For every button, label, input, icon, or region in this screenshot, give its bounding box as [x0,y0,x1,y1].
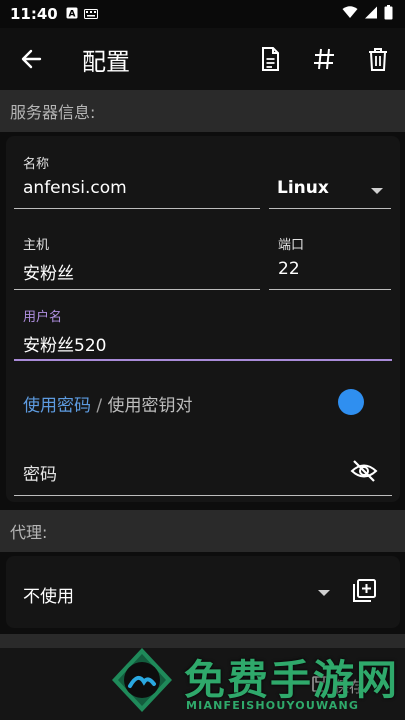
server-info-card: 名称 anfensi.com Linux 主机 安粉丝 端口 22 用户名 安粉… [6,136,400,502]
username-label: 用户名 [23,310,63,325]
auth-separator: / [91,396,108,416]
proxy-section-label: 代理: [0,510,405,552]
host-label: 主机 [23,238,50,253]
wifi-icon [342,5,358,23]
host-value: 安粉丝 [23,264,74,284]
use-password-option[interactable]: 使用密码 [23,396,91,416]
password-placeholder: 密码 [23,465,57,485]
svg-text:A: A [68,10,75,20]
hash-icon[interactable] [310,45,338,73]
watermark: 免费手游网 MIANFEISHOUYOUWANG [100,640,405,720]
proxy-value: 不使用 [23,587,74,607]
chevron-down-icon [318,590,330,596]
watermark-title: 免费手游网 [184,656,399,704]
os-underline [269,208,391,209]
signal-icon [364,5,378,23]
auth-toggle[interactable] [338,389,364,415]
os-dropdown[interactable]: Linux [269,172,391,210]
name-underline [14,208,260,209]
password-field[interactable]: 密码 [14,450,392,496]
name-field[interactable]: anfensi.com [14,172,260,210]
name-label: 名称 [23,157,50,172]
username-underline [14,359,392,361]
keyboard-icon [83,5,98,23]
trash-icon[interactable] [364,45,392,73]
add-proxy-icon[interactable] [351,578,377,604]
proxy-dropdown[interactable]: 不使用 [14,570,334,614]
status-bar: 11:40 A [0,0,405,28]
use-keypair-option[interactable]: 使用密钥对 [108,396,193,416]
eye-off-icon[interactable] [350,457,378,485]
os-value: Linux [277,178,329,198]
port-underline [269,289,391,290]
username-field[interactable]: 安粉丝520 [14,324,392,362]
a-badge-icon: A [66,5,78,23]
host-underline [14,289,260,290]
back-arrow-icon[interactable] [18,45,46,73]
chevron-down-icon [371,188,383,194]
app-bar: 配置 [0,28,405,90]
battery-icon [384,4,393,24]
auth-mode-row: 使用密码 / 使用密钥对 [23,391,193,416]
watermark-logo [108,646,176,714]
port-field[interactable]: 22 [269,252,391,290]
port-value: 22 [278,259,300,279]
document-icon[interactable] [256,45,284,73]
host-field[interactable]: 安粉丝 [14,252,260,290]
status-time: 11:40 [10,5,58,23]
page-title: 配置 [82,48,130,76]
password-underline [14,495,392,496]
server-info-section-label: 服务器信息: [0,90,405,132]
name-value: anfensi.com [23,178,127,198]
port-label: 端口 [278,238,305,253]
proxy-card: 不使用 [6,556,400,628]
username-value: 安粉丝520 [23,336,107,356]
watermark-subtitle: MIANFEISHOUYOUWANG [186,699,360,712]
